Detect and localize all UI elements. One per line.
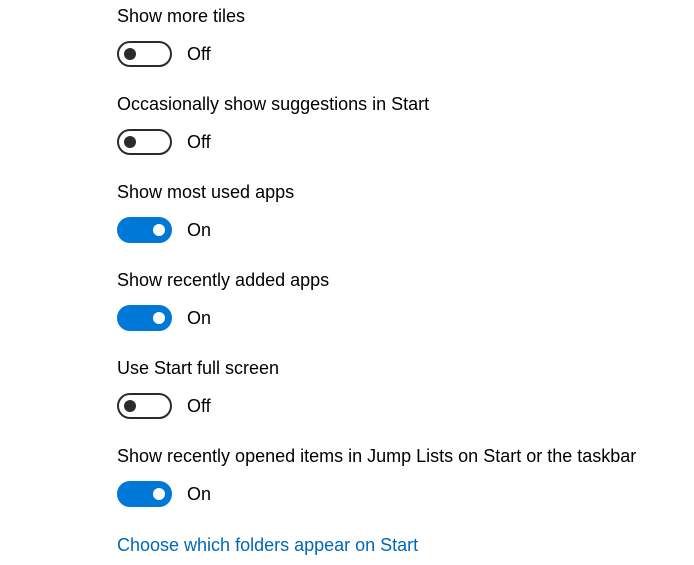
toggle-state-text: Off [187,396,211,416]
toggle-row[interactable]: On [117,305,211,331]
setting-label: Show recently opened items in Jump Lists… [117,446,637,466]
toggle-state-text: On [187,484,212,504]
toggle-row[interactable]: On [117,217,211,243]
setting-label: Use Start full screen [117,358,280,378]
toggle-row[interactable]: Off [117,129,211,155]
toggle-knob [124,400,136,412]
setting-show-jump-list-items: Show recently opened items in Jump Lists… [117,440,687,516]
toggle-knob [124,136,136,148]
toggle-state-text: On [187,220,212,240]
toggle-knob [153,312,165,324]
setting-use-start-full-screen: Use Start full screen Off [117,352,687,428]
toggle-switch[interactable] [117,393,172,419]
toggle-row[interactable]: Off [117,393,211,419]
setting-occasionally-show-suggestions: Occasionally show suggestions in Start O… [117,88,687,164]
toggle-knob [153,224,165,236]
toggle-switch[interactable] [117,41,172,67]
toggle-switch[interactable] [117,129,172,155]
setting-show-recently-added-apps: Show recently added apps On [117,264,687,340]
toggle-knob [124,48,136,60]
toggle-switch[interactable] [117,217,172,243]
toggle-state-text: Off [187,132,211,152]
choose-folders-link[interactable]: Choose which folders appear on Start [117,534,418,556]
toggle-state-text: Off [187,44,211,64]
setting-label: Show more tiles [117,6,246,26]
setting-show-more-tiles: Show more tiles Off [117,0,687,76]
setting-label: Occasionally show suggestions in Start [117,94,430,114]
setting-label: Show most used apps [117,182,295,202]
toggle-state-text: On [187,308,212,328]
toggle-row[interactable]: On [117,481,211,507]
toggle-switch[interactable] [117,305,172,331]
toggle-switch[interactable] [117,481,172,507]
setting-show-most-used-apps: Show most used apps On [117,176,687,252]
setting-label: Show recently added apps [117,270,330,290]
toggle-row[interactable]: Off [117,41,211,67]
toggle-knob [153,488,165,500]
